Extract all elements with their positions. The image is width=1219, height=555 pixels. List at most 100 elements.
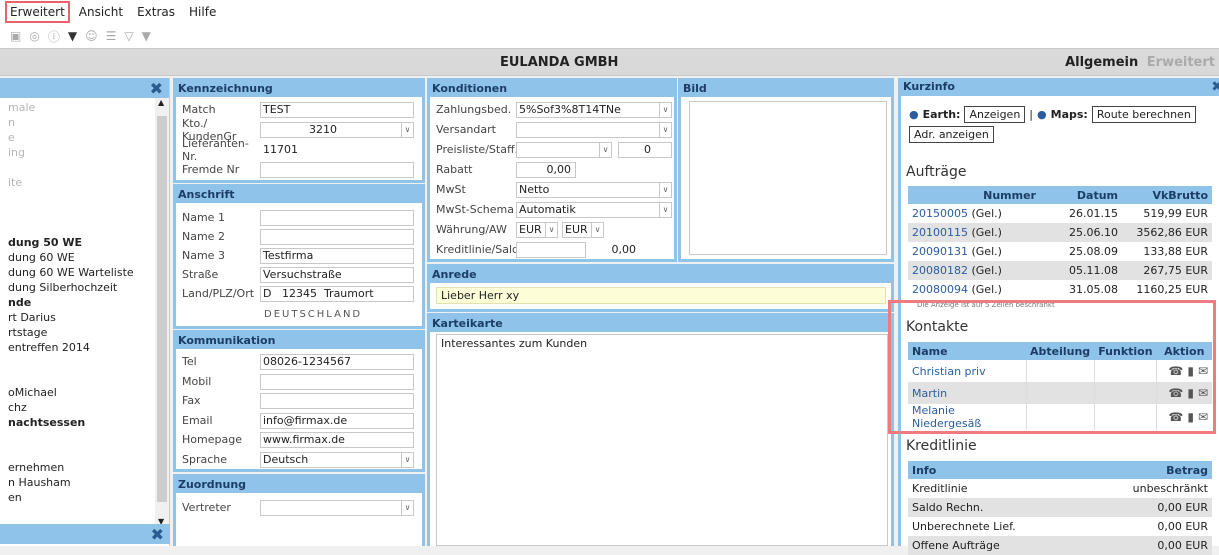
waehrung-select[interactable]: EUR ∨ [516, 221, 558, 238]
karteikarte-textarea[interactable]: Interessantes zum Kunden [436, 334, 888, 546]
chevron-down-icon[interactable]: ∨ [659, 182, 671, 197]
staffel-input[interactable]: 0 [618, 141, 672, 158]
filter-icon[interactable]: ▽ [124, 29, 133, 43]
table-row[interactable]: 20150005 (Gel.) 26.01.15 519,99 EUR [908, 204, 1212, 223]
strasse-input[interactable]: Versuchstraße [260, 266, 414, 283]
target-icon[interactable]: ◎ [29, 29, 39, 43]
menu-erweitert[interactable]: Erweitert [5, 1, 70, 23]
preisliste-select[interactable]: ∨ [516, 141, 612, 158]
chevron-down-icon[interactable]: ∨ [591, 222, 603, 237]
zahlungsbed-select[interactable]: 5%Sof3%8T14TNe ∨ [516, 101, 672, 118]
list-item[interactable]: dung 60 WE [0, 250, 154, 265]
person-icon[interactable]: ☺ [85, 29, 98, 43]
list-item[interactable]: dung Silberhochzeit [0, 280, 154, 295]
mobil-input[interactable] [260, 373, 414, 390]
list-item[interactable]: n Hausham [0, 475, 154, 490]
chevron-down-icon[interactable]: ∨ [599, 142, 611, 157]
scroll-up-icon[interactable]: ▲ [158, 98, 164, 107]
list-item[interactable] [0, 160, 154, 175]
list-item[interactable]: e [0, 130, 154, 145]
scroll-thumb[interactable] [157, 116, 167, 502]
list-item[interactable]: chz [0, 400, 154, 415]
chevron-down-icon[interactable]: ∨ [545, 222, 557, 237]
list-item[interactable]: nachtsessen [0, 415, 154, 430]
email-input[interactable]: info@firmax.de [260, 412, 414, 429]
info-icon[interactable]: ⓘ [48, 28, 60, 45]
tel-input[interactable]: 08026-1234567 [260, 353, 414, 370]
list-item[interactable] [0, 205, 154, 220]
image-area[interactable] [689, 101, 887, 255]
filter-dropdown-icon[interactable]: ▼ [142, 29, 151, 43]
order-link[interactable]: 20100115 [912, 226, 968, 239]
list-item[interactable]: oMichael [0, 385, 154, 400]
scrollbar[interactable]: ▲ ▼ [155, 98, 169, 526]
tab-allgemein[interactable]: Allgemein [1065, 55, 1138, 70]
list-item[interactable] [0, 370, 154, 385]
close-icon[interactable]: ✖ [150, 79, 163, 98]
anrede-input[interactable]: Lieber Herr xy [436, 287, 886, 304]
list-item[interactable]: male [0, 100, 154, 115]
aw-select[interactable]: EUR ∨ [562, 221, 604, 238]
list-item[interactable]: dung 60 WE Warteliste [0, 265, 154, 280]
list-item[interactable]: dung 50 WE [0, 235, 154, 250]
table-row[interactable]: 20100115 (Gel.) 25.06.10 3562,86 EUR [908, 223, 1212, 242]
vertreter-select[interactable]: ∨ [260, 499, 414, 516]
fax-input[interactable] [260, 392, 414, 409]
kto-select[interactable]: 3210 ∨ [260, 121, 414, 138]
menu-ansicht[interactable]: Ansicht [77, 4, 125, 20]
list-item[interactable] [0, 220, 154, 235]
close-icon[interactable]: ✖ [151, 525, 164, 544]
mwst-schema-select[interactable]: Automatik ∨ [516, 201, 672, 218]
list-item[interactable]: rtstage [0, 325, 154, 340]
kreditlinie-input[interactable] [516, 241, 586, 258]
konditionen-panel: Konditionen Zahlungsbed. 5%Sof3%8T14TNe ∨… [427, 78, 677, 262]
name2-input[interactable] [260, 228, 414, 245]
list-item[interactable] [0, 355, 154, 370]
auftraege-table: Nummer Datum VkBrutto 20150005 (Gel.) 26.… [908, 186, 1212, 299]
list-item[interactable] [0, 445, 154, 460]
land-plz-ort-input[interactable]: D 12345 Traumort [260, 285, 414, 302]
tab-erweitert[interactable]: Erweitert [1147, 55, 1215, 70]
chevron-down-icon[interactable]: ∨ [401, 452, 413, 467]
order-link[interactable]: 20080182 [912, 264, 968, 277]
chevron-down-icon[interactable]: ∨ [401, 500, 413, 515]
name3-input[interactable]: Testfirma [260, 247, 414, 264]
chevron-down-icon[interactable]: ∨ [401, 122, 413, 137]
menu-extras[interactable]: Extras [135, 4, 177, 20]
list-item[interactable]: entreffen 2014 [0, 340, 154, 355]
table-row[interactable]: 20080094 (Gel.) 31.05.08 1160,25 EUR [908, 280, 1212, 299]
chevron-down-icon[interactable]: ∨ [659, 122, 671, 137]
rabatt-input[interactable]: 0,00 [516, 161, 576, 178]
fremde-nr-input[interactable] [260, 161, 414, 178]
mwst-select[interactable]: Netto ∨ [516, 181, 672, 198]
sprache-select[interactable]: Deutsch ∨ [260, 451, 414, 468]
close-icon[interactable]: ✖ [1211, 78, 1219, 96]
match-input[interactable]: TEST [260, 101, 414, 118]
list-icon[interactable]: ☰ [106, 29, 117, 43]
list-item[interactable] [0, 190, 154, 205]
route-berechnen-button[interactable]: Route berechnen [1091, 106, 1196, 123]
order-link[interactable]: 20080094 [912, 283, 968, 296]
adr-anzeigen-button[interactable]: Adr. anzeigen [909, 126, 994, 143]
versandart-select[interactable]: ∨ [516, 121, 672, 138]
menu-hilfe[interactable]: Hilfe [187, 4, 218, 20]
list-item[interactable]: n [0, 115, 154, 130]
table-row[interactable]: 20090131 (Gel.) 25.08.09 133,88 EUR [908, 242, 1212, 261]
earth-anzeigen-button[interactable]: Anzeigen [964, 106, 1026, 123]
list-item[interactable]: en [0, 490, 154, 505]
binoculars-icon[interactable]: ▣ [10, 29, 21, 43]
table-row[interactable]: 20080182 (Gel.) 05.11.08 267,75 EUR [908, 261, 1212, 280]
chevron-down-icon[interactable]: ∨ [659, 202, 671, 217]
list-item[interactable]: nde [0, 295, 154, 310]
name1-input[interactable] [260, 209, 414, 226]
list-item[interactable]: ing [0, 145, 154, 160]
dropdown-icon[interactable]: ▼ [68, 29, 77, 43]
order-link[interactable]: 20150005 [912, 207, 968, 220]
list-item[interactable]: rt Darius [0, 310, 154, 325]
list-item[interactable] [0, 430, 154, 445]
list-item[interactable]: ernehmen [0, 460, 154, 475]
homepage-input[interactable]: www.firmax.de [260, 431, 414, 448]
order-link[interactable]: 20090131 [912, 245, 968, 258]
chevron-down-icon[interactable]: ∨ [659, 102, 671, 117]
list-item[interactable]: ite [0, 175, 154, 190]
